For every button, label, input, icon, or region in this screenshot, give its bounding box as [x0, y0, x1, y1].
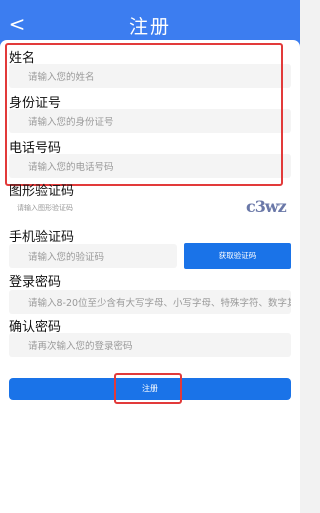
- sms-code-input[interactable]: 请输入您的验证码: [9, 244, 177, 268]
- password-input[interactable]: 请输入8-20位至少含有大写字母、小写字母、特殊字符、数字其中3种: [9, 290, 291, 314]
- sms-code-placeholder: 请输入您的验证码: [28, 252, 105, 263]
- image-captcha-input[interactable]: 请输入图形验证码: [9, 199, 239, 217]
- image-captcha-label: 图形验证码: [9, 184, 75, 199]
- get-code-button[interactable]: 获取验证码: [184, 243, 291, 269]
- password-label: 登录密码: [9, 275, 62, 290]
- image-captcha-placeholder: 请输入图形验证码: [17, 204, 73, 212]
- sms-code-label: 手机验证码: [9, 230, 75, 245]
- highlight-box-personal-info: [5, 43, 283, 186]
- confirm-password-placeholder: 请再次输入您的登录密码: [28, 341, 133, 352]
- captcha-image[interactable]: c3wz: [246, 197, 290, 223]
- password-placeholder: 请输入8-20位至少含有大写字母、小写字母、特殊字符、数字其中3种: [28, 298, 291, 309]
- page-title: 注册: [128, 16, 171, 38]
- confirm-password-input[interactable]: 请再次输入您的登录密码: [9, 333, 291, 357]
- highlight-box-register-button: [114, 373, 182, 404]
